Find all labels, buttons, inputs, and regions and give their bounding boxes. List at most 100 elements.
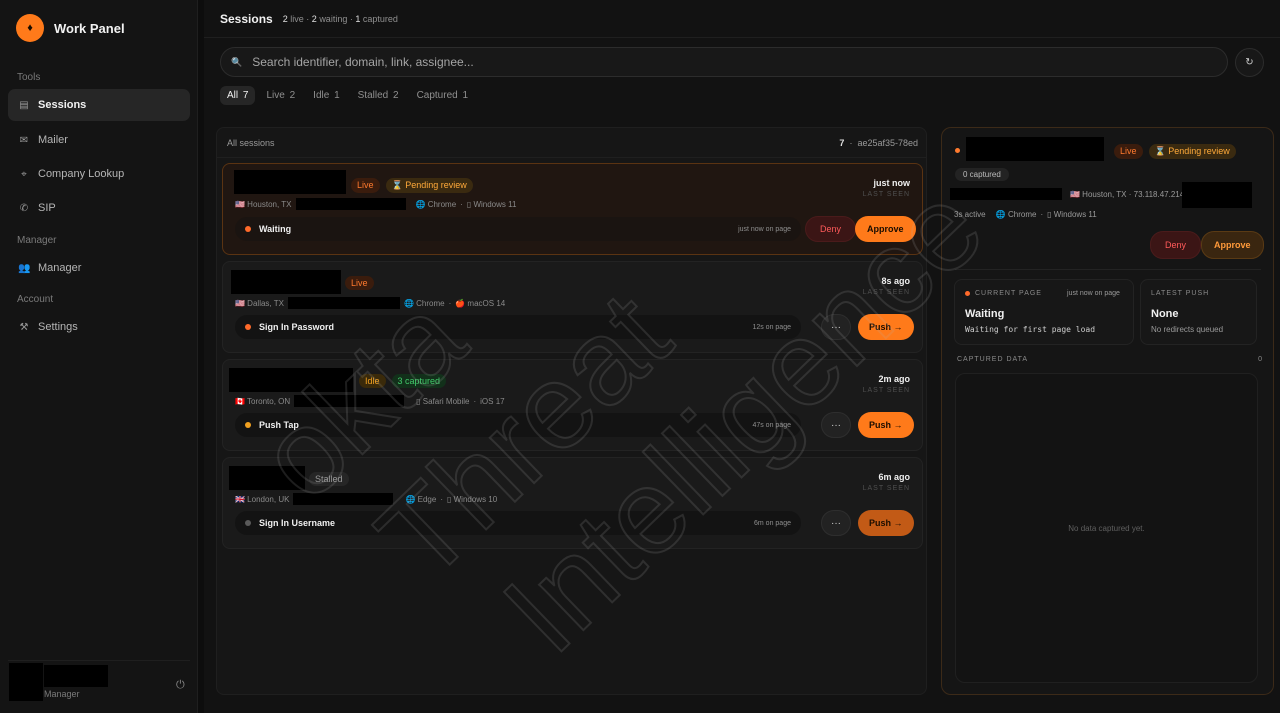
power-icon[interactable]: ⏻ [176,679,185,692]
time-on-page: 6m on page [754,519,791,527]
latest-push-card: LATEST PUSH None No redirects queued [1140,279,1257,345]
sidebar-item-label: Manager [38,262,82,274]
session-card[interactable]: Stalled 🇬🇧 London, UK 🌐 Edge · ▯ Windows … [222,457,923,549]
status-row: Waiting just now on page [235,217,801,241]
nav-section-tools: Tools [17,72,41,83]
sidebar-item-label: Company Lookup [38,168,125,180]
user-name-redacted [44,665,108,687]
status-row: Sign In Username 6m on page [235,511,801,535]
current-page-note: Waiting for first page load [965,325,1096,334]
page-title: Sessions [220,11,273,26]
mail-icon: ✉ [19,134,29,146]
email-redacted [950,188,1062,200]
nav-section-manager: Manager [17,235,57,246]
deny-button[interactable]: Deny [805,216,857,242]
info-redacted [1182,182,1252,208]
session-badges: Stalled [309,472,349,486]
header-stats: 2 live · 2 waiting · 1 captured [282,13,398,24]
search-input[interactable] [252,55,1153,69]
sidebar-item-label: Mailer [38,134,68,146]
detail-badges: Live ⌛ Pending review [1114,144,1236,159]
status-badge: ⌛ Pending review [385,178,473,193]
avatar [9,663,43,701]
push-button[interactable]: Push → [858,510,914,536]
push-button[interactable]: Push → [858,314,914,340]
sidebar-item-settings[interactable]: ⚒ Settings [8,311,190,343]
more-button[interactable]: ··· [821,314,851,340]
detail-meta: 3s active 🌐 Chrome · ▯ Windows 11 [954,210,1097,219]
tab-live[interactable]: Live 2 [259,86,302,105]
status-badge: Live [351,178,380,193]
session-meta: 🇺🇸 Houston, TX 🌐 Chrome · ▯ Windows 11 [235,198,517,210]
sidebar-item-mailer[interactable]: ✉ Mailer [8,124,190,156]
brand-logo-icon: ♦ [16,14,44,42]
status-badge: Live [1114,144,1143,159]
search-bar[interactable]: 🔍 [220,47,1228,77]
status-badge: Stalled [309,472,349,486]
clipboard-icon: ▤ [19,99,29,111]
users-icon: 👥 [18,262,31,274]
tab-stalled[interactable]: Stalled 2 [351,86,406,105]
current-page-time: just now on page [1067,290,1120,297]
refresh-button[interactable]: ↻ [1235,48,1264,77]
last-seen: 6m ago LAST SEEN [862,472,910,492]
sidebar-item-label: Settings [38,321,78,333]
approve-button[interactable]: Approve [855,216,916,242]
time-on-page: 12s on page [752,323,791,331]
current-page-card: CURRENT PAGE just now on page Waiting Wa… [954,279,1134,345]
more-button[interactable]: ··· [821,510,851,536]
status-badge: ⌛ Pending review [1148,144,1236,159]
sidebar-item-manager[interactable]: 👥 Manager [8,252,190,284]
status-badge: Live [345,276,374,290]
session-badges: Live [345,276,374,290]
session-meta: 🇬🇧 London, UK 🌐 Edge · ▯ Windows 10 [235,493,498,505]
topbar: Sessions 2 live · 2 waiting · 1 captured [204,0,1280,38]
filter-tabs: All 7 Live 2 Idle 1 Stalled 2 Captured 1 [220,86,475,105]
satellite-icon: ⌖ [21,168,27,180]
sidebar-item-sip[interactable]: ✆ SIP [8,192,190,224]
identifier-redacted [234,170,346,194]
current-page-label: CURRENT PAGE [975,290,1042,297]
status-badge: 3 captured [391,374,447,388]
sidebar: ♦ Work Panel Tools ▤ Sessions ✉ Mailer ⌖… [0,0,198,713]
sidebar-item-sessions[interactable]: ▤ Sessions [8,89,190,121]
sessions-list: All sessions 7 · ae25af35-78ed Live ⌛ Pe… [216,127,927,695]
session-status: Sign In Password [259,322,335,332]
session-status: Waiting [259,224,292,234]
sidebar-item-company-lookup[interactable]: ⌖ Company Lookup [8,158,190,190]
main: Sessions 2 live · 2 waiting · 1 captured… [204,0,1280,713]
detail-location-ip: 🇺🇸 Houston, TX · 73.118.47.214 [1070,190,1185,199]
identifier-redacted [231,270,341,294]
session-badges: Live ⌛ Pending review [351,178,473,193]
divider [955,269,1261,270]
current-page-value: Waiting [965,308,1005,320]
session-badges: Idle 3 captured [359,374,447,388]
latest-push-value: None [1151,308,1179,320]
phone-icon: ✆ [19,202,29,214]
list-header: All sessions 7 · ae25af35-78ed [217,128,926,158]
brand-name: Work Panel [54,20,125,36]
tab-captured[interactable]: Captured 1 [410,86,475,105]
wrench-icon: ⚒ [19,321,29,333]
list-title: All sessions [227,137,275,148]
approve-button[interactable]: Approve [1201,231,1264,259]
session-card[interactable]: Live 🇺🇸 Dallas, TX 🌐 Chrome · 🍎 macOS 14 … [222,261,923,353]
tab-idle[interactable]: Idle 1 [306,86,346,105]
sidebar-item-label: Sessions [38,99,87,111]
user-block[interactable]: Manager ⏻ [8,660,190,704]
session-card[interactable]: Idle 3 captured 🇨🇦 Toronto, ON ▯ Safari … [222,359,923,451]
latest-push-note: No redirects queued [1151,325,1224,334]
last-seen: 8s ago LAST SEEN [862,276,910,296]
deny-button[interactable]: Deny [1150,231,1202,259]
session-card[interactable]: Live ⌛ Pending review 🇺🇸 Houston, TX 🌐 C… [222,163,923,255]
tab-all[interactable]: All 7 [220,86,256,105]
more-button[interactable]: ··· [821,412,851,438]
session-status: Sign In Username [259,518,336,528]
brand[interactable]: ♦ Work Panel [16,14,125,42]
status-row: Sign In Password 12s on page [235,315,801,339]
status-badge: Idle [359,374,386,388]
push-button[interactable]: Push → [858,412,914,438]
user-role: Manager [44,689,80,699]
identifier-redacted [229,466,305,490]
nav-section-account: Account [17,294,54,305]
